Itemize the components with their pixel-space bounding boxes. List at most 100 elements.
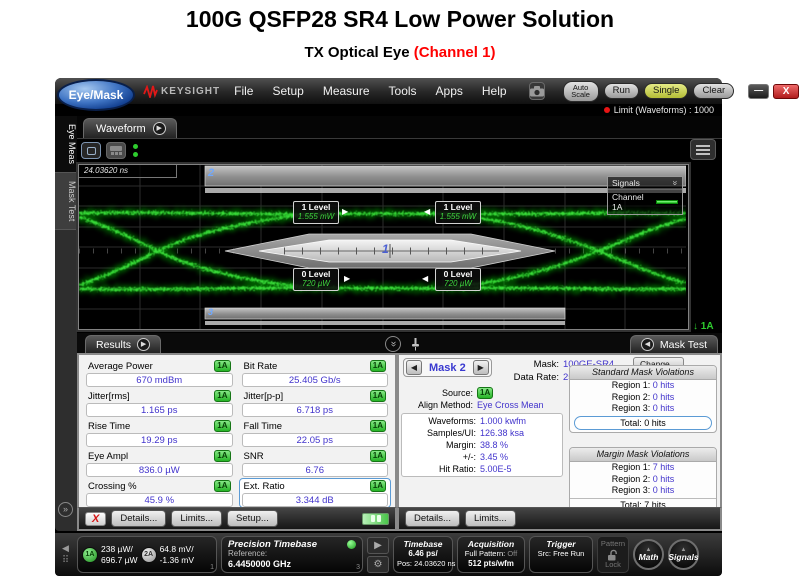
margin-mask-violations: Margin Mask Violations Region 1: 7 hits … [569,447,717,513]
measurement-cell[interactable]: SNR1A 6.76 [239,448,392,478]
pin-icon[interactable] [411,337,420,356]
measurement-label: SNR [244,451,264,462]
delete-measurement-button[interactable]: X [85,512,106,526]
standard-total: Total: 0 hits [574,416,712,430]
measurement-cell-selected[interactable]: Ext. Ratio1A 3.344 dB [239,478,392,508]
acquisition-panel[interactable]: Acquisition Full Pattern: Off 512 pts/wf… [457,536,525,573]
signals-button[interactable]: ▲ Signals [668,539,699,570]
sidebar-tab-eye-meas[interactable]: Eye Meas [55,116,77,173]
region-value: 0 hits [653,380,675,390]
mask-region-1-label: 1 [382,242,389,256]
run-button[interactable]: Run [604,83,639,99]
sidebar-expand-button[interactable]: » [58,502,73,517]
mask-region-bottom [205,308,565,325]
source-badge: 1A [214,390,230,402]
subtitle-text: TX Optical Eye [305,44,410,61]
measurement-label: Eye Ampl [88,451,128,462]
menu-measure[interactable]: Measure [323,84,370,98]
back-icon[interactable]: ◀ [641,338,654,351]
trigger-panel[interactable]: Trigger Src: Free Run [529,536,593,573]
play-icon[interactable]: ▶ [153,122,166,135]
standard-mask-violations: Standard Mask Violations Region 1: 0 hit… [569,365,717,433]
display-menu-button[interactable] [690,139,716,160]
results-footer: X Details... Limits... Setup... [77,507,397,531]
measurement-cell[interactable]: Jitter[rms]1A 1.165 ps [83,388,236,418]
grid-mode-button[interactable] [106,142,126,159]
clear-button[interactable]: Clear [693,83,734,99]
sidebar-tab-mask-test[interactable]: Mask Test [55,173,77,230]
region-value: 0 hits [653,485,675,495]
minimize-button[interactable]: — [748,84,769,99]
tab-waveform[interactable]: Waveform ▶ [83,118,177,138]
violations-title: Standard Mask Violations [570,366,716,380]
measurement-cell[interactable]: Rise Time1A 19.29 ps [83,418,236,448]
settings-gear-button[interactable]: ⚙ [367,556,389,573]
stat-value: 38.8 % [480,439,508,451]
measurement-cell[interactable]: Average Power1A 670 mdBm [83,358,236,388]
signals-label: Signals [668,553,698,562]
grid-dots-icon[interactable]: ⠿ [62,556,69,566]
subtitle-channel: (Channel 1) [414,44,496,61]
channel-2a-badge[interactable]: 2A [141,547,157,563]
display-mode-button[interactable] [81,142,101,159]
one-level-label-left: 1 Level 1.555 mW [293,201,339,224]
menu-apps[interactable]: Apps [436,84,463,98]
details-button[interactable]: Details... [111,510,166,527]
prev-mask-button[interactable]: ◀ [406,360,422,375]
next-mask-button[interactable]: ▶ [473,360,489,375]
math-label: Math [639,553,659,562]
signals-legend[interactable]: Signals » Channel 1A [607,176,683,215]
measurement-cell[interactable]: Bit Rate1A 25.405 Gb/s [239,358,392,388]
close-button[interactable]: X [773,84,799,99]
region-label: Region 2: [612,474,651,484]
align-method-label: Align Method: [401,399,473,411]
graticule[interactable]: 24.03620 ns 2 3 1 1 Level 1.555 mW 1 Lev… [78,164,689,330]
measurement-cell[interactable]: Crossing %1A 45.9 % [83,478,236,508]
measurement-value: 22.05 ps [242,433,389,447]
tab-results[interactable]: Results ▶ [85,335,161,353]
channels-panel[interactable]: 1A 238 µW/696.7 µW 2A 64.8 mV/-1.36 mV 1 [77,536,217,573]
limit-indicator-icon [604,107,610,113]
collapse-icon[interactable]: » [670,180,680,185]
app-logo[interactable]: Eye/Mask [57,79,135,111]
scroll-right-button[interactable]: ▶ [367,537,389,554]
lock-open-icon [607,549,619,561]
stat-label: Waveforms: [404,415,476,427]
region-label: Region 1: [612,380,651,390]
source-badge: 1A [370,420,386,432]
tab-mask-test[interactable]: ◀ Mask Test [630,335,718,353]
waveform-display: 24.03620 ns 2 3 1 1 Level 1.555 mW 1 Lev… [77,162,722,333]
region-value: 0 hits [653,474,675,484]
precision-timebase-panel[interactable]: Precision Timebase Reference: 6.4450000 … [221,536,363,573]
measurement-value: 670 mdBm [86,373,233,387]
channel-1a-badge[interactable]: 1A [82,547,98,563]
auto-scale-button[interactable]: Auto Scale [563,81,599,102]
play-icon[interactable]: ▶ [137,338,150,351]
details-button[interactable]: Details... [405,510,460,527]
menu-help[interactable]: Help [482,84,507,98]
source-badge: 1A [214,450,230,462]
single-button[interactable]: Single [644,83,688,99]
status-strip: Limit (Waveforms) : 1000 [55,104,722,116]
signals-channel-label[interactable]: Channel 1A [612,192,656,212]
limits-button[interactable]: Limits... [465,510,516,527]
align-method-value: Eye Cross Mean [477,399,544,411]
lock-label: Lock [605,561,621,569]
menu-tools[interactable]: Tools [389,84,417,98]
menu-file[interactable]: File [234,84,253,98]
full-pattern-value: Off [507,549,517,558]
measurement-cell[interactable]: Jitter[p-p]1A 6.718 ps [239,388,392,418]
measurement-cell[interactable]: Fall Time1A 22.05 ps [239,418,392,448]
math-button[interactable]: ▲ Math [633,539,664,570]
setup-button[interactable]: Setup... [227,510,278,527]
screenshot-button[interactable] [529,82,545,100]
scroll-left-button[interactable]: ◀ [62,544,69,553]
level-marker-left-icon: ◀ [424,207,430,216]
timebase-panel[interactable]: Timebase 6.46 ps/ Pos: 24.03620 ns [393,536,453,573]
pattern-lock-control[interactable]: Pattern Lock [597,536,629,573]
panel-collapse-button[interactable]: » [385,336,401,352]
measurement-cell[interactable]: Eye Ampl1A 836.0 µW [83,448,236,478]
source-badge: 1A [370,390,386,402]
limits-button[interactable]: Limits... [171,510,222,527]
menu-setup[interactable]: Setup [272,84,303,98]
